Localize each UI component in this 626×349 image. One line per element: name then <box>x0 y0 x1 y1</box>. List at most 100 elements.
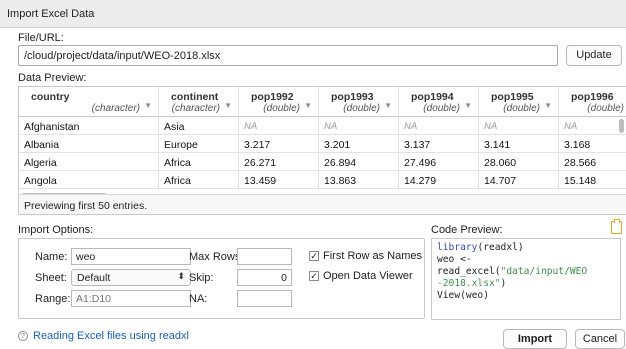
window-title: Import Excel Data <box>7 8 95 20</box>
code-function: library <box>437 242 478 253</box>
help-link[interactable]: Reading Excel files using readxl <box>33 330 189 342</box>
clipboard-icon[interactable] <box>611 219 622 234</box>
data-preview-label: Data Preview: <box>18 72 87 84</box>
table-cell: NA <box>239 117 319 135</box>
column-type: (double) <box>423 103 460 114</box>
table-cell: Albania <box>19 135 159 153</box>
table-cell: NA <box>559 117 626 135</box>
max-rows-label: Max Rows: <box>189 251 244 263</box>
sheet-label: Sheet: <box>35 272 67 284</box>
table-cell: 14.279 <box>399 171 479 189</box>
table-cell: 15.148 <box>559 171 626 189</box>
code-preview[interactable]: library(readxl) weo <- read_excel("data/… <box>431 238 621 320</box>
column-name: pop1992 <box>251 91 294 103</box>
code-line: library(readxl) <box>437 242 615 254</box>
column-type: (double) <box>343 103 380 114</box>
code-preview-label: Code Preview: <box>431 224 503 236</box>
column-type: (double) <box>587 103 624 114</box>
code-line: View(weo) <box>437 290 615 302</box>
table-cell: Africa <box>159 171 239 189</box>
code-text: weo <- read_excel( <box>437 254 501 277</box>
preview-count-text: Previewing first 50 entries. <box>24 200 148 212</box>
code-text: (readxl) <box>477 242 524 253</box>
column-name: country <box>31 91 70 103</box>
first-row-checkbox[interactable]: ✓ <box>309 251 319 261</box>
na-label: NA: <box>189 293 208 305</box>
table-cell: 26.894 <box>319 153 399 171</box>
sheet-select[interactable]: Default ⬍ <box>71 269 191 286</box>
column-header-country[interactable]: country (character) ▼ <box>19 87 159 117</box>
table-cell: 3.168 <box>559 135 626 153</box>
code-text: View(weo) <box>437 290 489 301</box>
table-cell: Afghanistan <box>19 117 159 135</box>
sort-arrow-icon[interactable]: ▼ <box>384 101 392 110</box>
column-header-continent[interactable]: continent (character) ▼ <box>159 87 239 117</box>
code-string: -2018.xlsx" <box>437 278 501 289</box>
cancel-button[interactable]: Cancel <box>575 329 625 349</box>
update-button[interactable]: Update <box>566 45 622 66</box>
code-line: -2018.xlsx") <box>437 278 615 290</box>
table-cell: Asia <box>159 117 239 135</box>
range-input[interactable] <box>71 290 191 307</box>
checkmark-icon: ✓ <box>310 271 318 281</box>
table-cell: 3.201 <box>319 135 399 153</box>
table-cell: 26.271 <box>239 153 319 171</box>
open-viewer-label[interactable]: Open Data Viewer <box>323 270 413 282</box>
table-cell: NA <box>479 117 559 135</box>
column-header-pop1995[interactable]: pop1995 (double) ▼ <box>479 87 559 117</box>
table-cell: Algeria <box>19 153 159 171</box>
code-text: ) <box>500 278 507 289</box>
file-url-input[interactable] <box>18 45 558 66</box>
table-cell: 27.496 <box>399 153 479 171</box>
column-name: pop1995 <box>491 91 534 103</box>
range-label: Range: <box>35 293 71 305</box>
sort-arrow-icon[interactable]: ▼ <box>144 101 152 110</box>
import-button[interactable]: Import <box>503 329 567 349</box>
column-name: pop1996 <box>571 91 614 103</box>
preview-footer: Previewing first 50 entries. <box>18 194 626 215</box>
column-type: (double) <box>263 103 300 114</box>
column-header-pop1996[interactable]: pop1996 (double) <box>559 87 626 117</box>
vertical-scrollbar[interactable] <box>619 119 624 133</box>
window-titlebar: Import Excel Data <box>0 0 626 28</box>
code-line: weo <- read_excel("data/input/WEO <box>437 254 615 278</box>
sort-arrow-icon[interactable]: ▼ <box>544 101 552 110</box>
column-header-pop1992[interactable]: pop1992 (double) ▼ <box>239 87 319 117</box>
column-header-pop1993[interactable]: pop1993 (double) ▼ <box>319 87 399 117</box>
table-cell: 14.707 <box>479 171 559 189</box>
table-cell: NA <box>319 117 399 135</box>
open-viewer-checkbox[interactable]: ✓ <box>309 271 319 281</box>
sort-arrow-icon[interactable]: ▼ <box>464 101 472 110</box>
table-cell: 28.566 <box>559 153 626 171</box>
table-cell: NA <box>399 117 479 135</box>
name-label: Name: <box>35 251 68 263</box>
select-arrows-icon: ⬍ <box>177 271 185 281</box>
table-cell: 3.217 <box>239 135 319 153</box>
skip-input[interactable] <box>237 269 292 286</box>
column-header-pop1994[interactable]: pop1994 (double) ▼ <box>399 87 479 117</box>
file-url-label: File/URL: <box>18 32 64 44</box>
table-cell: 13.459 <box>239 171 319 189</box>
column-name: pop1994 <box>411 91 454 103</box>
import-options-panel: Name: Sheet: Default ⬍ Range: Max Rows: … <box>18 238 425 319</box>
skip-label: Skip: <box>189 272 214 284</box>
help-circle-icon[interactable]: ? <box>18 331 28 341</box>
column-type: (double) <box>503 103 540 114</box>
table-cell: Africa <box>159 153 239 171</box>
code-string: "data/input/WEO <box>500 266 588 277</box>
column-type: (character) <box>171 103 220 114</box>
column-name: continent <box>171 91 219 103</box>
sort-arrow-icon[interactable]: ▼ <box>304 101 312 110</box>
sort-arrow-icon[interactable]: ▼ <box>224 101 232 110</box>
checkmark-icon: ✓ <box>310 251 318 261</box>
max-rows-input[interactable] <box>237 248 292 265</box>
na-input[interactable] <box>237 290 292 307</box>
column-type: (character) <box>91 103 140 114</box>
table-cell: 3.141 <box>479 135 559 153</box>
import-options-label: Import Options: <box>18 224 94 236</box>
first-row-label[interactable]: First Row as Names <box>323 250 422 262</box>
table-cell: 28.060 <box>479 153 559 171</box>
table-cell: Europe <box>159 135 239 153</box>
column-name: pop1993 <box>331 91 374 103</box>
name-input[interactable] <box>71 248 191 265</box>
